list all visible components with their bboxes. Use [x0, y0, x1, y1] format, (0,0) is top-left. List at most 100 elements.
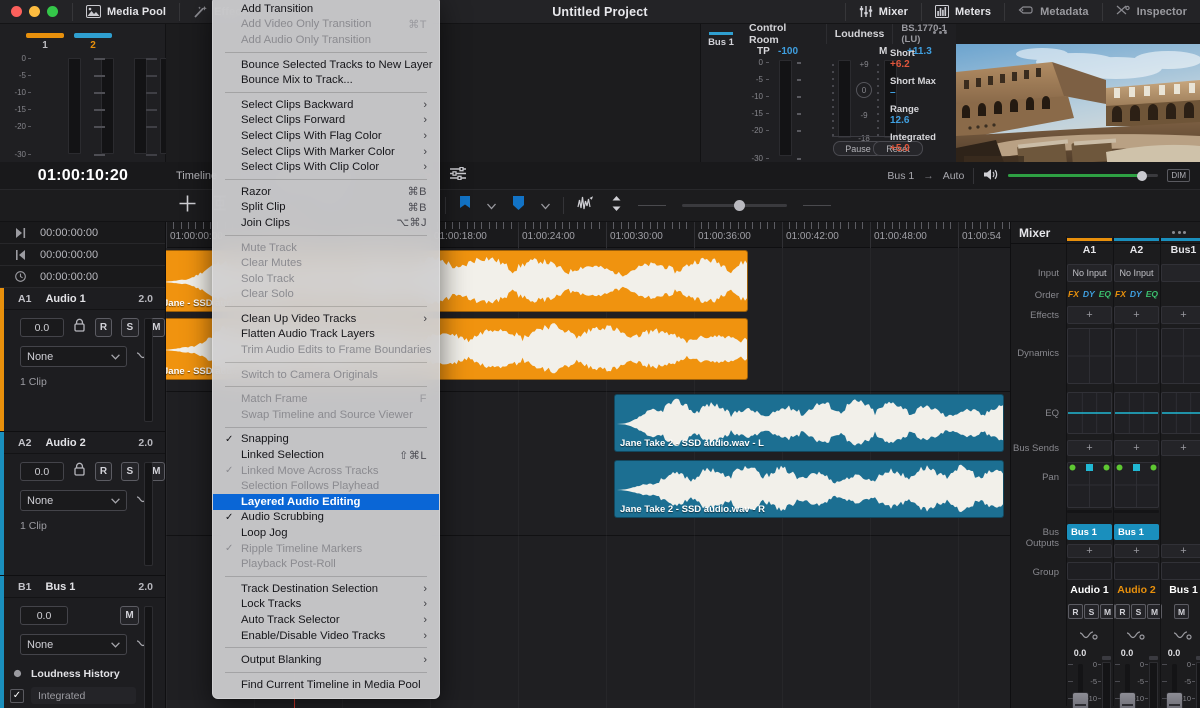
track-a1-select-row[interactable]: None: [0, 337, 165, 367]
mixer-strip-tab-label[interactable]: A1: [1067, 244, 1112, 256]
mixer-track-name[interactable]: Bus 1: [1161, 584, 1200, 596]
menu-item-split-clip[interactable]: Split Clip⌘B: [213, 200, 439, 216]
menu-item-linked-selection[interactable]: Linked Selection⇧⌘L: [213, 447, 439, 463]
waveform-icon[interactable]: [577, 195, 595, 216]
menu-item-razor[interactable]: Razor⌘B: [213, 184, 439, 200]
menu-item-snapping[interactable]: ✓Snapping: [213, 432, 439, 448]
track-a1-name[interactable]: Audio 1: [45, 293, 85, 305]
mixer-bus-sends-add[interactable]: +: [1114, 440, 1159, 456]
lock-icon[interactable]: [73, 318, 86, 337]
track-a2-gain[interactable]: 0.0: [20, 462, 64, 481]
media-pool-button[interactable]: Media Pool: [73, 0, 179, 24]
menu-item-find-current-timeline-in-media-pool[interactable]: Find Current Timeline in Media Pool: [213, 677, 439, 693]
pan-dot-left[interactable]: [1116, 458, 1123, 476]
mixer-automation-icon[interactable]: [1173, 628, 1193, 646]
move-tool-icon[interactable]: [179, 195, 196, 217]
mixer-strip-tab-label[interactable]: A2: [1114, 244, 1159, 256]
control-room-options-button[interactable]: [927, 31, 953, 34]
speaker-icon[interactable]: [983, 168, 999, 184]
track-a1-gain[interactable]: 0.0: [20, 318, 64, 337]
lock-icon[interactable]: [73, 462, 86, 481]
menu-item-add-audio-only-transition[interactable]: Add Audio Only Transition: [213, 32, 439, 48]
mixer-gain-value[interactable]: 0.0: [1163, 648, 1185, 658]
mixer-strip-tab-label[interactable]: Bus1: [1161, 244, 1200, 256]
minimize-button[interactable]: [29, 6, 40, 17]
track-b1-fader[interactable]: [144, 606, 153, 708]
menu-item-select-clips-with-marker-color[interactable]: Select Clips With Marker Color›: [213, 144, 439, 160]
mixer-group-cell[interactable]: [1067, 562, 1112, 580]
mixer-order-cell[interactable]: FXDYEQ: [1114, 286, 1159, 302]
track-b1-select-row[interactable]: None: [0, 625, 165, 655]
track-b1-title-row[interactable]: B1 Bus 1 2.0: [0, 576, 165, 598]
menu-item-clean-up-video-tracks[interactable]: Clean Up Video Tracks›: [213, 311, 439, 327]
mixer-track-name[interactable]: Audio 1: [1067, 584, 1112, 596]
track-a1-record-button[interactable]: R: [95, 318, 112, 337]
timeline-clip[interactable]: Jane Take 2 - SSD audio.wav - L: [614, 394, 1004, 452]
pan-square-center[interactable]: [1133, 458, 1140, 476]
mixer-eq-graph[interactable]: [1067, 392, 1112, 434]
mixer-bus-sends-add[interactable]: +: [1067, 440, 1112, 456]
current-timecode[interactable]: 01:00:10:20: [0, 167, 166, 185]
track-b1-name[interactable]: Bus 1: [45, 581, 75, 593]
duration-row[interactable]: 00:00:00:00: [0, 266, 165, 288]
color-dropdown-icon[interactable]: [541, 197, 550, 215]
mixer-bus-output-add[interactable]: +: [1067, 544, 1112, 558]
loudness-history-title-row[interactable]: Loudness History: [10, 664, 136, 683]
track-a2-controls[interactable]: 0.0 R S M: [0, 454, 165, 481]
menu-item-swap-timeline-and-source-viewer[interactable]: Swap Timeline and Source Viewer: [213, 407, 439, 423]
mixer-bus-output[interactable]: Bus 1: [1114, 524, 1159, 540]
track-a2-input-select[interactable]: None: [20, 490, 127, 511]
monitor-mode-label[interactable]: Auto: [943, 170, 965, 182]
menu-item-auto-track-selector[interactable]: Auto Track Selector›: [213, 612, 439, 628]
meters-button[interactable]: Meters: [922, 0, 1004, 24]
in-point-row[interactable]: 00:00:00:00: [0, 244, 165, 266]
mixer-bus-output-add[interactable]: +: [1161, 544, 1200, 558]
mixer-gain-value[interactable]: 0.0: [1069, 648, 1091, 658]
flag-marker-icon[interactable]: [459, 196, 471, 216]
mixer-group-cell[interactable]: [1161, 562, 1200, 580]
close-button[interactable]: [11, 6, 22, 17]
pan-square-center[interactable]: [1086, 458, 1093, 476]
mixer-bus-sends-add[interactable]: +: [1161, 440, 1200, 456]
menu-item-add-video-only-transition[interactable]: Add Video Only Transition⌘T: [213, 17, 439, 33]
out-point-row[interactable]: 00:00:00:00: [0, 222, 165, 244]
mixer-s-button[interactable]: S: [1084, 604, 1099, 619]
track-a2-name[interactable]: Audio 2: [45, 437, 85, 449]
menu-item-trim-audio-edits-to-frame-boundaries[interactable]: Trim Audio Edits to Frame Boundaries: [213, 342, 439, 358]
mixer-options-button[interactable]: [1166, 231, 1192, 234]
meter-tab-2[interactable]: 2: [74, 33, 112, 51]
mix-sliders-icon[interactable]: [449, 167, 467, 185]
menu-item-loop-jog[interactable]: Loop Jog: [213, 525, 439, 541]
track-a1-solo-button[interactable]: S: [121, 318, 138, 337]
menu-item-join-clips[interactable]: Join Clips⌥⌘J: [213, 215, 439, 231]
mixer-r-button[interactable]: R: [1068, 604, 1083, 619]
mixer-input-cell[interactable]: [1161, 264, 1200, 282]
track-a2-solo-button[interactable]: S: [121, 462, 138, 481]
menu-item-select-clips-with-flag-color[interactable]: Select Clips With Flag Color›: [213, 128, 439, 144]
menu-item-add-transition[interactable]: Add Transition: [213, 1, 439, 17]
menu-item-match-frame[interactable]: Match FrameF: [213, 391, 439, 407]
menu-item-output-blanking[interactable]: Output Blanking›: [213, 652, 439, 668]
menu-item-ripple-timeline-markers[interactable]: ✓Ripple Timeline Markers: [213, 541, 439, 557]
track-b1-mute-button[interactable]: M: [120, 606, 139, 625]
inspector-button[interactable]: Inspector: [1103, 0, 1200, 24]
dim-button[interactable]: DIM: [1167, 169, 1190, 182]
zoom-slider[interactable]: [682, 204, 787, 207]
track-a2-fader[interactable]: [144, 462, 153, 566]
integrated-checkbox[interactable]: ✓: [10, 689, 24, 703]
loudness-history-integrated[interactable]: ✓ Integrated: [10, 686, 136, 705]
mixer-effects-add[interactable]: +: [1067, 306, 1112, 324]
menu-item-bounce-mix-to-track[interactable]: Bounce Mix to Track...: [213, 72, 439, 88]
menu-item-clear-mutes[interactable]: Clear Mutes: [213, 255, 439, 271]
track-b1-controls[interactable]: 0.0 M: [0, 598, 165, 625]
menu-item-select-clips-forward[interactable]: Select Clips Forward›: [213, 113, 439, 129]
menu-item-mute-track[interactable]: Mute Track: [213, 240, 439, 256]
monitor-bus-label[interactable]: Bus 1: [887, 170, 914, 182]
pan-width-slider[interactable]: [1114, 510, 1159, 513]
track-a2-title-row[interactable]: A2 Audio 2 2.0: [0, 432, 165, 454]
mixer-s-button[interactable]: S: [1131, 604, 1146, 619]
track-a2-select-row[interactable]: None: [0, 481, 165, 511]
menu-item-track-destination-selection[interactable]: Track Destination Selection›: [213, 581, 439, 597]
menu-item-lock-tracks[interactable]: Lock Tracks›: [213, 597, 439, 613]
menu-item-clear-solo[interactable]: Clear Solo: [213, 287, 439, 303]
